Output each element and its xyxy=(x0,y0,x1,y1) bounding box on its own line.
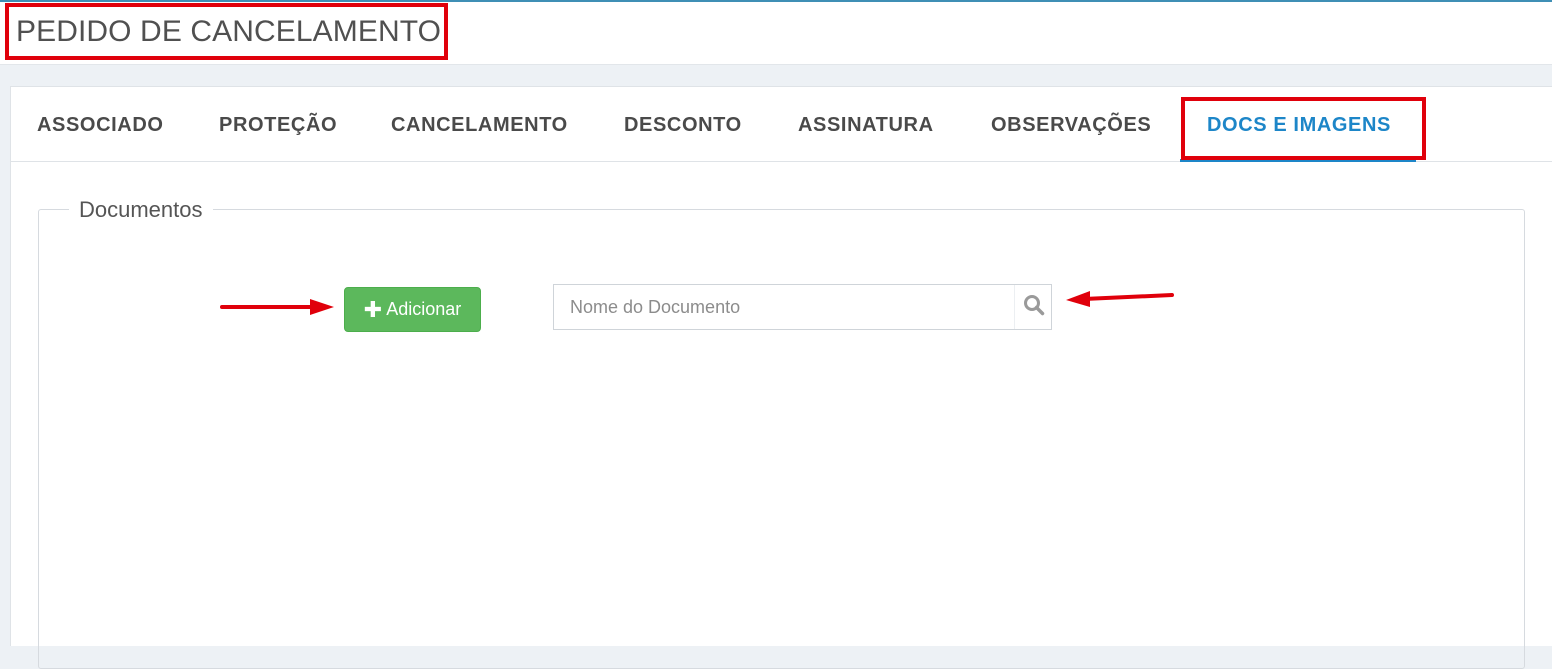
search-button[interactable] xyxy=(1014,285,1052,329)
plus-icon: ✚ xyxy=(363,296,383,322)
documents-legend: Documentos xyxy=(69,197,213,223)
highlight-box-title xyxy=(5,3,448,60)
tab-desconto[interactable]: DESCONTO xyxy=(624,114,742,137)
tab-observacoes[interactable]: OBSERVAÇÕES xyxy=(991,114,1151,137)
main-panel: ASSOCIADO PROTEÇÃO CANCELAMENTO DESCONTO… xyxy=(10,86,1552,669)
annotation-arrow-add xyxy=(220,299,334,315)
search-icon xyxy=(1023,294,1045,321)
tab-cancelamento[interactable]: CANCELAMENTO xyxy=(391,114,568,137)
document-search xyxy=(553,284,1052,330)
tab-protecao[interactable]: PROTEÇÃO xyxy=(219,114,337,137)
add-document-button[interactable]: ✚ Adicionar xyxy=(344,287,481,332)
highlight-box-tab xyxy=(1181,97,1426,160)
document-name-input[interactable] xyxy=(554,285,1014,329)
add-button-label: Adicionar xyxy=(386,299,462,319)
tab-bar: ASSOCIADO PROTEÇÃO CANCELAMENTO DESCONTO… xyxy=(11,87,1552,162)
documents-fieldset: Documentos ✚ Adicionar xyxy=(38,197,1525,669)
tab-assinatura[interactable]: ASSINATURA xyxy=(798,114,934,137)
annotation-arrow-search xyxy=(1066,291,1174,307)
tab-associado[interactable]: ASSOCIADO xyxy=(37,114,164,137)
